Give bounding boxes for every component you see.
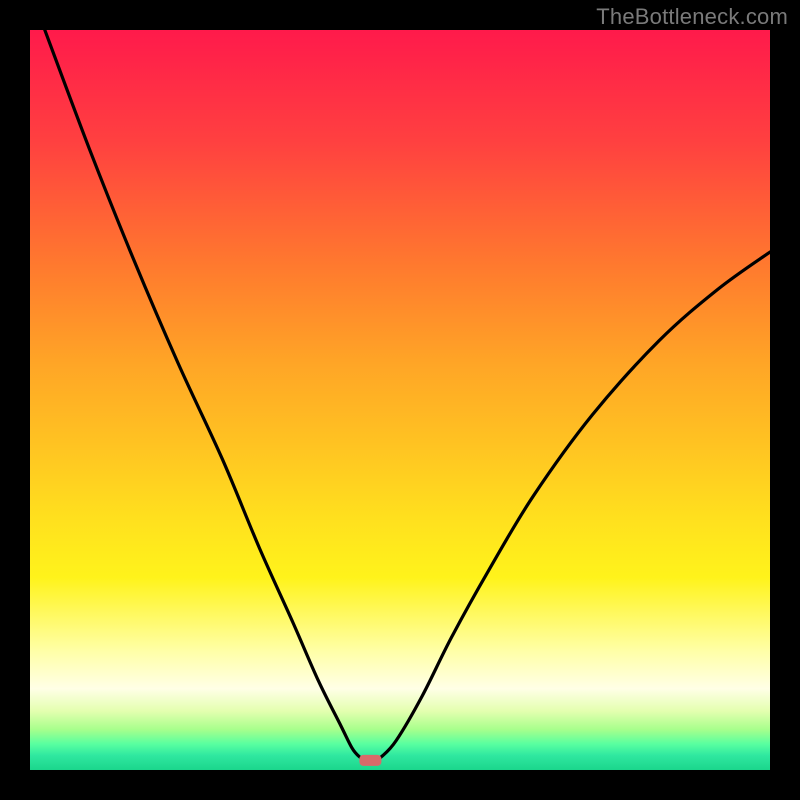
plot-area (30, 30, 770, 770)
min-marker (359, 755, 381, 766)
bottleneck-curve (45, 30, 770, 761)
curve-layer (30, 30, 770, 770)
chart-frame: TheBottleneck.com (0, 0, 800, 800)
watermark-text: TheBottleneck.com (596, 4, 788, 30)
